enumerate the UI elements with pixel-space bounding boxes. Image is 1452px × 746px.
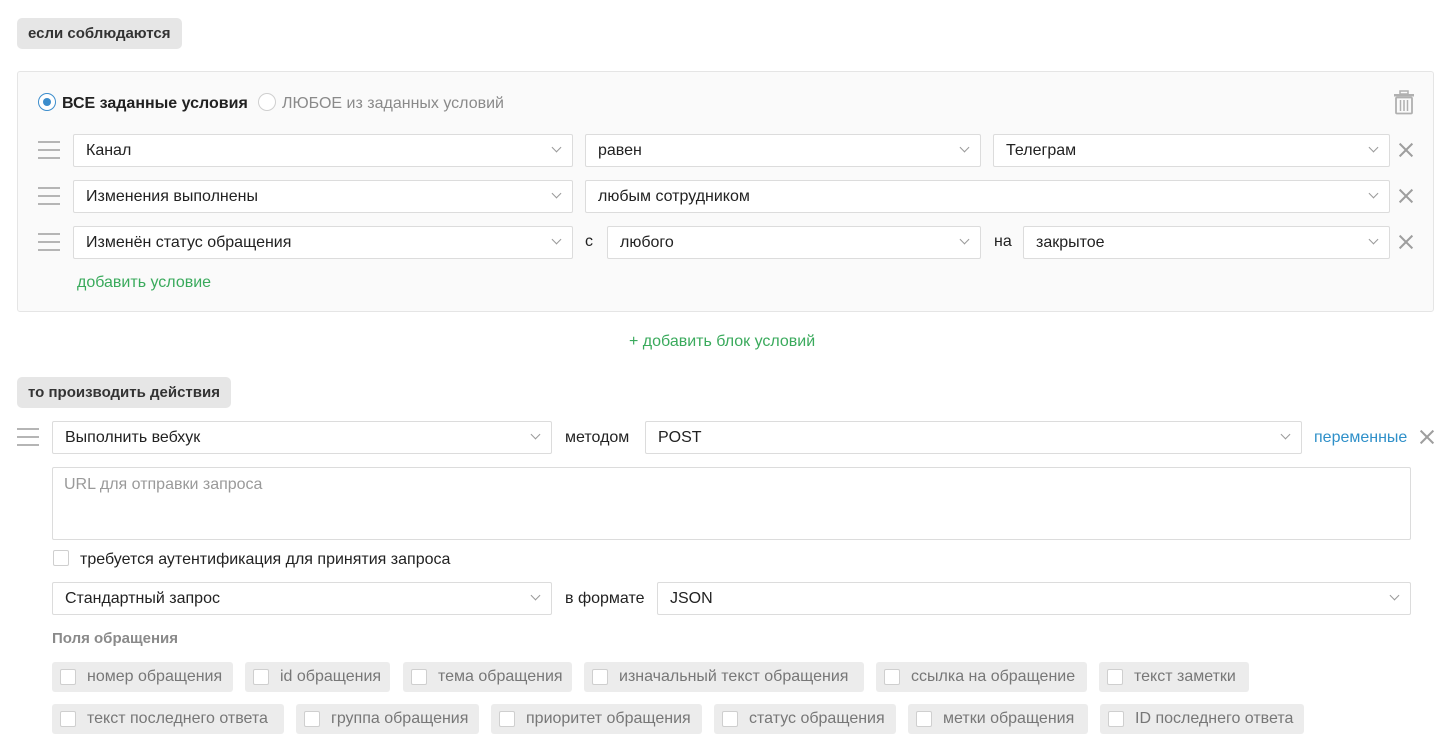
- status-to-value: закрытое: [1036, 234, 1105, 251]
- field-checkbox[interactable]: [1108, 711, 1124, 727]
- chevron-down-icon: [959, 234, 970, 245]
- method-select[interactable]: POST: [645, 421, 1302, 454]
- condition-field-select[interactable]: Изменения выполнены: [73, 180, 573, 213]
- condition-field-select[interactable]: Канал: [73, 134, 573, 167]
- field-chip[interactable]: ID последнего ответа: [1100, 704, 1304, 734]
- auth-label: требуется аутентификация для принятия за…: [80, 551, 451, 568]
- condition-field-value: Канал: [86, 142, 132, 159]
- method-label: методом: [565, 429, 630, 446]
- field-chip[interactable]: номер обращения: [52, 662, 233, 692]
- field-chip[interactable]: тема обращения: [403, 662, 572, 692]
- status-from-select[interactable]: любого: [607, 226, 981, 259]
- field-checkbox[interactable]: [592, 669, 608, 685]
- field-label: статус обращения: [749, 710, 885, 727]
- field-checkbox[interactable]: [60, 711, 76, 727]
- format-label: в формате: [565, 590, 645, 607]
- field-label: ссылка на обращение: [911, 668, 1076, 685]
- field-label: приоритет обращения: [526, 710, 691, 727]
- field-label: текст последнего ответа: [87, 710, 268, 727]
- add-condition-block-link[interactable]: + добавить блок условий: [629, 332, 815, 352]
- remove-condition-icon[interactable]: [1399, 189, 1413, 203]
- field-label: номер обращения: [87, 668, 223, 685]
- condition-operator-select[interactable]: любым сотрудником: [585, 180, 1390, 213]
- drag-handle-icon[interactable]: [38, 187, 60, 205]
- conditions-header: если соблюдаются: [17, 18, 182, 49]
- field-label: ID последнего ответа: [1135, 710, 1294, 727]
- method-value: POST: [658, 429, 702, 446]
- request-type-value: Стандартный запрос: [65, 590, 220, 607]
- condition-operator-value: любым сотрудником: [598, 188, 750, 205]
- field-chip[interactable]: статус обращения: [714, 704, 896, 734]
- field-chip[interactable]: группа обращения: [296, 704, 479, 734]
- action-type-value: Выполнить вебхук: [65, 429, 201, 446]
- format-select[interactable]: JSON: [657, 582, 1411, 615]
- field-checkbox[interactable]: [722, 711, 738, 727]
- fields-title: Поля обращения: [52, 630, 178, 647]
- chevron-down-icon: [1280, 429, 1291, 440]
- chevron-down-icon: [530, 429, 541, 440]
- field-checkbox[interactable]: [916, 711, 932, 727]
- chevron-down-icon: [551, 188, 562, 199]
- field-checkbox[interactable]: [411, 669, 427, 685]
- add-condition-link[interactable]: добавить условие: [77, 273, 211, 293]
- condition-field-select[interactable]: Изменён статус обращения: [73, 226, 573, 259]
- drag-handle-icon[interactable]: [38, 141, 60, 159]
- field-chip[interactable]: ссылка на обращение: [876, 662, 1087, 692]
- remove-condition-icon[interactable]: [1399, 143, 1413, 157]
- format-value: JSON: [670, 590, 713, 607]
- field-label: метки обращения: [943, 710, 1075, 727]
- mode-any-radio[interactable]: [258, 93, 276, 111]
- condition-value-select[interactable]: Телеграм: [993, 134, 1390, 167]
- actions-header: то производить действия: [17, 377, 231, 408]
- drag-handle-icon[interactable]: [38, 233, 60, 251]
- chevron-down-icon: [551, 234, 562, 245]
- field-checkbox[interactable]: [304, 711, 320, 727]
- mode-all-radio[interactable]: [38, 93, 56, 111]
- field-label: id обращения: [280, 668, 382, 685]
- field-chip[interactable]: приоритет обращения: [491, 704, 702, 734]
- chevron-down-icon: [959, 142, 970, 153]
- field-checkbox[interactable]: [884, 669, 900, 685]
- condition-field-value: Изменения выполнены: [86, 188, 258, 205]
- field-chip[interactable]: текст заметки: [1099, 662, 1249, 692]
- auth-checkbox[interactable]: [53, 550, 69, 566]
- chevron-down-icon: [1389, 590, 1400, 601]
- field-chip[interactable]: id обращения: [245, 662, 390, 692]
- field-label: группа обращения: [331, 710, 469, 727]
- mode-any-label[interactable]: ЛЮБОЕ из заданных условий: [282, 94, 504, 114]
- field-chip[interactable]: изначальный текст обращения: [584, 662, 864, 692]
- chevron-down-icon: [1368, 234, 1379, 245]
- field-label: изначальный текст обращения: [619, 668, 849, 685]
- condition-operator-value: равен: [598, 142, 642, 159]
- drag-handle-icon[interactable]: [17, 428, 39, 446]
- field-checkbox[interactable]: [1107, 669, 1123, 685]
- from-label: с: [585, 233, 593, 250]
- field-label: текст заметки: [1134, 668, 1236, 685]
- chevron-down-icon: [1368, 188, 1379, 199]
- field-checkbox[interactable]: [253, 669, 269, 685]
- to-label: на: [994, 233, 1012, 250]
- mode-all-label[interactable]: ВСЕ заданные условия: [62, 94, 248, 114]
- trash-icon[interactable]: [1393, 90, 1415, 115]
- field-chip[interactable]: метки обращения: [908, 704, 1088, 734]
- condition-value-value: Телеграм: [1006, 142, 1077, 159]
- remove-action-icon[interactable]: [1420, 430, 1434, 444]
- remove-condition-icon[interactable]: [1399, 235, 1413, 249]
- field-chip[interactable]: текст последнего ответа: [52, 704, 284, 734]
- field-label: тема обращения: [438, 668, 563, 685]
- url-input[interactable]: [52, 467, 1411, 540]
- chevron-down-icon: [1368, 142, 1379, 153]
- request-type-select[interactable]: Стандартный запрос: [52, 582, 552, 615]
- condition-field-value: Изменён статус обращения: [86, 234, 292, 251]
- action-type-select[interactable]: Выполнить вебхук: [52, 421, 552, 454]
- status-to-select[interactable]: закрытое: [1023, 226, 1390, 259]
- variables-link[interactable]: переменные: [1314, 428, 1407, 448]
- field-checkbox[interactable]: [499, 711, 515, 727]
- chevron-down-icon: [530, 590, 541, 601]
- condition-operator-select[interactable]: равен: [585, 134, 981, 167]
- status-from-value: любого: [620, 234, 674, 251]
- chevron-down-icon: [551, 142, 562, 153]
- field-checkbox[interactable]: [60, 669, 76, 685]
